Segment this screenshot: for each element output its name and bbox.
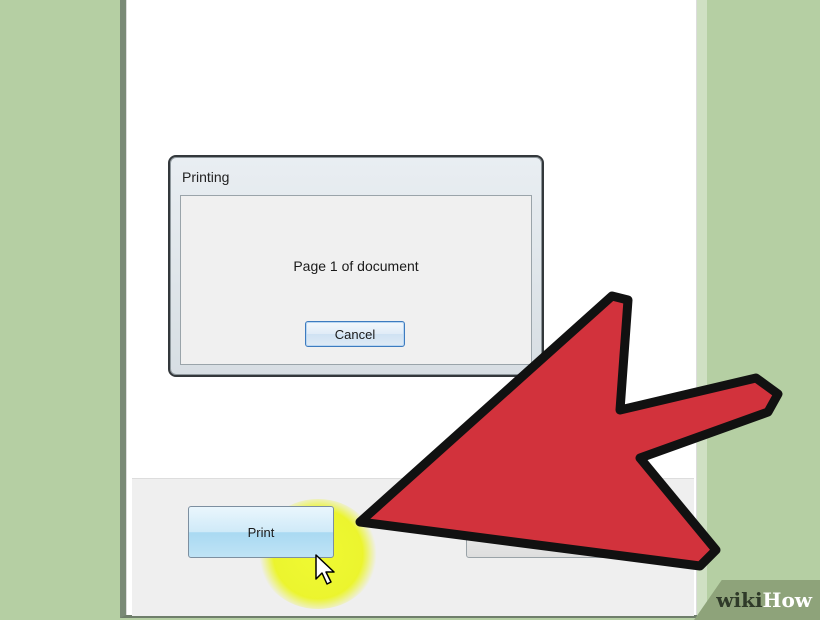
watermark-wiki-logo: wiki bbox=[716, 588, 763, 612]
watermark-how-logo: How bbox=[762, 588, 812, 612]
mouse-pointer-icon bbox=[315, 554, 335, 585]
red-pointer-arrow-icon bbox=[355, 291, 783, 571]
